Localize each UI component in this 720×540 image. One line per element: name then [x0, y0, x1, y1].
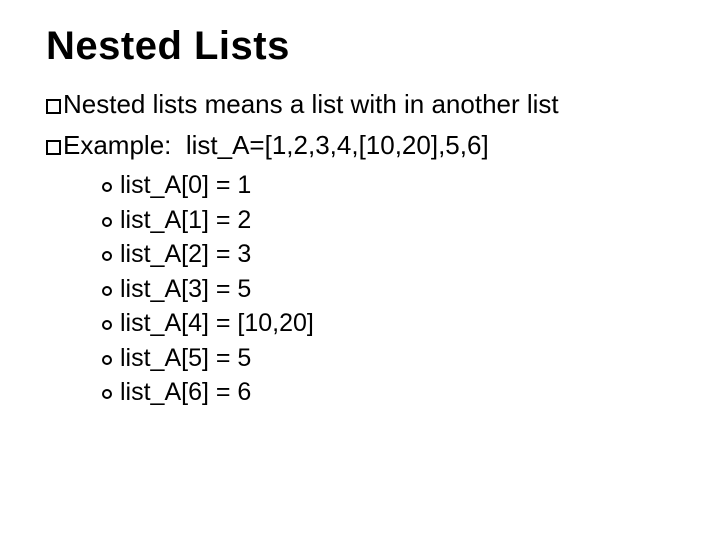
bullet-point-definition: Nested lists means a list with in anothe… — [46, 87, 674, 122]
list-item: list_A[3] = 5 — [102, 273, 674, 306]
circle-bullet-icon — [102, 182, 112, 192]
bullet-text: Nested lists means a list with in anothe… — [63, 89, 559, 119]
circle-bullet-icon — [102, 320, 112, 330]
list-item: list_A[1] = 2 — [102, 204, 674, 237]
list-item: list_A[4] = [10,20] — [102, 307, 674, 340]
slide: Nested Lists Nested lists means a list w… — [0, 0, 720, 540]
list-item: list_A[6] = 6 — [102, 376, 674, 409]
square-bullet-icon — [46, 140, 61, 155]
slide-body: Nested lists means a list with in anothe… — [46, 87, 674, 409]
bullet-point-example: Example: list_A=[1,2,3,4,[10,20],5,6] — [46, 128, 674, 163]
list-item: list_A[0] = 1 — [102, 169, 674, 202]
circle-bullet-icon — [102, 251, 112, 261]
circle-bullet-icon — [102, 355, 112, 365]
list-item-text: list_A[0] = 1 — [120, 171, 251, 199]
list-item-text: list_A[6] = 6 — [120, 378, 251, 406]
list-item-text: list_A[5] = 5 — [120, 344, 251, 372]
circle-bullet-icon — [102, 389, 112, 399]
list-item-text: list_A[2] = 3 — [120, 240, 251, 268]
list-item: list_A[2] = 3 — [102, 238, 674, 271]
list-item-text: list_A[4] = [10,20] — [120, 309, 314, 337]
square-bullet-icon — [46, 99, 61, 114]
list-item: list_A[5] = 5 — [102, 342, 674, 375]
example-label: Example: — [63, 130, 171, 160]
example-code: list_A=[1,2,3,4,[10,20],5,6] — [186, 130, 489, 160]
circle-bullet-icon — [102, 286, 112, 296]
index-list: list_A[0] = 1 list_A[1] = 2 list_A[2] = … — [102, 169, 674, 409]
list-item-text: list_A[1] = 2 — [120, 206, 251, 234]
circle-bullet-icon — [102, 217, 112, 227]
slide-title: Nested Lists — [46, 24, 674, 69]
list-item-text: list_A[3] = 5 — [120, 275, 251, 303]
